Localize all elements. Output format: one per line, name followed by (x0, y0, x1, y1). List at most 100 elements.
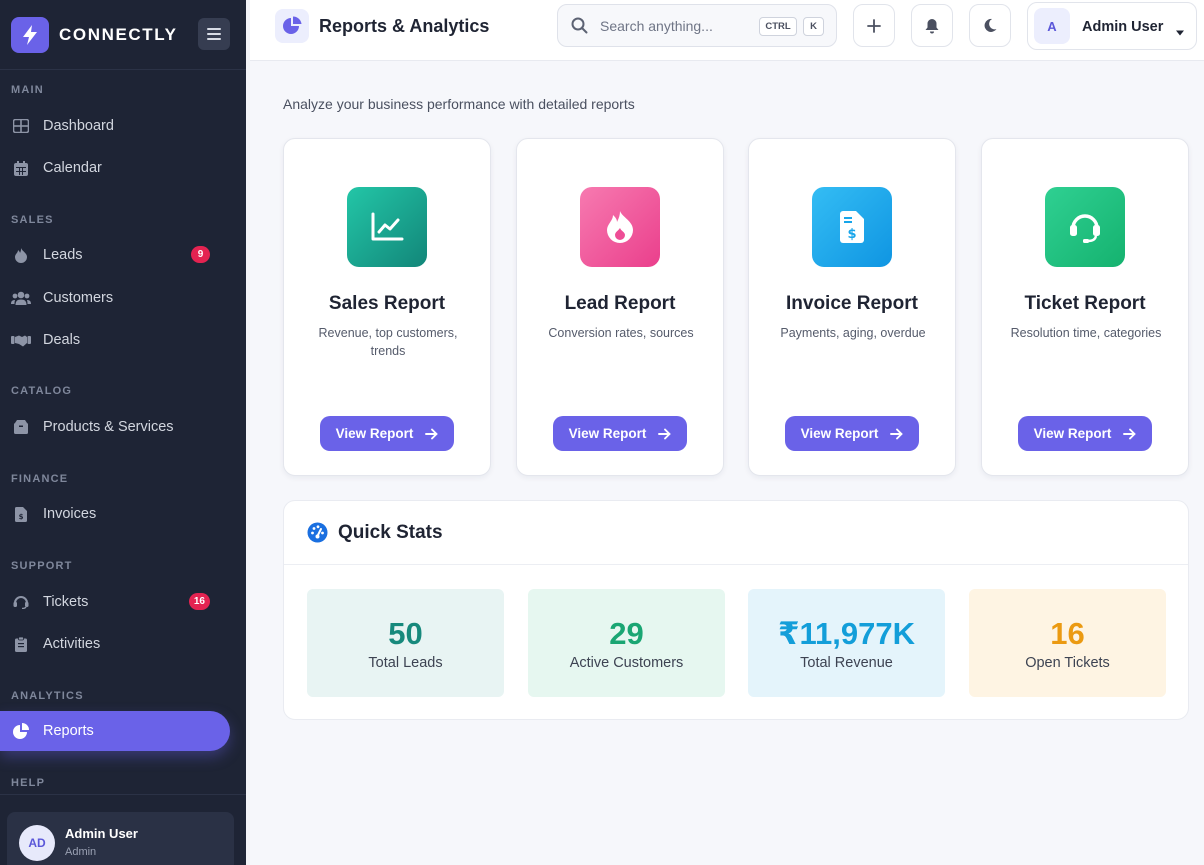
shortcut-k-key: K (803, 17, 824, 36)
sidebar-item-label: Leads (43, 247, 83, 263)
topbar: Reports & Analytics CTRL K A Admin User (250, 0, 1204, 61)
section-title: Quick Stats (338, 522, 443, 543)
user-name: Admin User (1082, 19, 1164, 35)
stat-value: 16 (1050, 616, 1085, 651)
view-lead-report-button[interactable]: View Report (553, 416, 687, 451)
stat-label: Total Leads (368, 655, 443, 671)
shortcut-ctrl-key: CTRL (759, 17, 797, 36)
handshake-icon (11, 330, 31, 350)
report-card-leads: Lead Report Conversion rates, sources Vi… (516, 138, 724, 476)
calendar-icon (11, 158, 31, 178)
pie-chart-icon (275, 9, 309, 43)
avatar: A (1034, 8, 1070, 44)
page-title: Reports & Analytics (319, 16, 490, 36)
section-analytics: ANALYTICS (11, 690, 84, 702)
stat-total-revenue: ₹11,977K Total Revenue (748, 589, 945, 697)
sidebar-item-dashboard[interactable]: Dashboard (0, 106, 230, 146)
user-menu-button[interactable]: A Admin User (1027, 2, 1197, 50)
view-invoice-report-button[interactable]: View Report (785, 416, 919, 451)
sidebar-item-calendar[interactable]: Calendar (0, 148, 230, 188)
sidebar-item-label: Products & Services (43, 419, 174, 435)
arrow-right-icon (1123, 428, 1136, 440)
sidebar-item-label: Invoices (43, 506, 97, 522)
sidebar-item-label: Dashboard (43, 118, 114, 134)
quick-stats-panel: Quick Stats 50 Total Leads 29 Active Cus… (283, 500, 1189, 720)
quick-stats-header: Quick Stats (284, 501, 1188, 565)
stat-value: 29 (609, 616, 644, 651)
stat-total-leads: 50 Total Leads (307, 589, 504, 697)
view-ticket-report-button[interactable]: View Report (1018, 416, 1152, 451)
stat-label: Total Revenue (800, 655, 893, 671)
stat-label: Active Customers (569, 655, 684, 671)
stat-open-tickets: 16 Open Tickets (969, 589, 1166, 697)
stat-label: Open Tickets (1025, 655, 1110, 671)
notifications-button[interactable] (911, 4, 953, 47)
plus-icon (867, 18, 881, 33)
search-icon (571, 17, 588, 39)
moon-icon (984, 18, 997, 32)
box-icon (11, 417, 31, 437)
invoice-dollar-icon: $ (812, 187, 892, 267)
report-card-tickets: Ticket Report Resolution time, categorie… (981, 138, 1189, 476)
user-name: Admin User (65, 826, 138, 841)
sidebar-scrollbar[interactable] (246, 0, 250, 865)
fire-icon (580, 187, 660, 267)
chart-line-icon (347, 187, 427, 267)
report-title: Lead Report (564, 293, 676, 314)
stat-value: 50 (388, 616, 423, 651)
sidebar-item-invoices[interactable]: $ Invoices (0, 494, 230, 534)
section-finance: FINANCE (11, 473, 69, 485)
sidebar-item-activities[interactable]: Activities (0, 624, 230, 664)
sidebar-item-label: Tickets (43, 594, 89, 610)
sidebar-item-reports[interactable]: Reports (0, 711, 230, 751)
pie-chart-icon (11, 721, 31, 741)
gauge-icon (307, 522, 328, 548)
fire-icon (11, 245, 31, 265)
svg-text:$: $ (847, 227, 856, 242)
arrow-right-icon (890, 428, 903, 440)
add-button[interactable] (853, 4, 895, 47)
menu-toggle-button[interactable] (198, 18, 230, 50)
button-label: View Report (568, 426, 647, 441)
section-sales: SALES (11, 214, 54, 226)
sidebar-item-leads[interactable]: Leads 9 (0, 235, 230, 275)
sidebar-item-label: Customers (43, 290, 114, 306)
sidebar-item-label: Activities (43, 636, 101, 652)
avatar: AD (19, 825, 55, 861)
section-support: SUPPORT (11, 560, 73, 572)
report-description: Payments, aging, overdue (780, 326, 926, 340)
leads-count-badge: 9 (191, 246, 210, 263)
button-label: View Report (335, 426, 414, 441)
headset-icon (1045, 187, 1125, 267)
brand-name: CONNECTLY (59, 24, 178, 44)
stat-active-customers: 29 Active Customers (528, 589, 725, 697)
sidebar-user-footer: AD Admin User Admin (0, 794, 246, 865)
sidebar-item-deals[interactable]: Deals (0, 320, 230, 360)
user-role: Admin (65, 846, 97, 858)
report-description: Resolution time, categories (1010, 326, 1162, 340)
sidebar-item-label: Calendar (43, 160, 102, 176)
page-subtitle: Analyze your business performance with d… (283, 96, 635, 112)
sidebar-user-card[interactable]: AD Admin User Admin (7, 812, 234, 865)
sidebar: CONNECTLY MAIN Dashboard Calendar SALES … (0, 0, 246, 865)
bolt-logo-icon (11, 16, 49, 53)
users-icon (11, 288, 31, 308)
search-input[interactable] (600, 15, 750, 37)
sidebar-item-label: Reports (43, 723, 94, 739)
section-help: HELP (11, 777, 46, 789)
sidebar-item-customers[interactable]: Customers (0, 278, 230, 318)
report-card-invoices: $ Invoice Report Payments, aging, overdu… (748, 138, 956, 476)
report-description: Conversion rates, sources (548, 326, 694, 340)
headset-icon (11, 592, 31, 612)
sidebar-item-tickets[interactable]: Tickets 16 (0, 582, 230, 622)
section-main: MAIN (11, 84, 44, 96)
view-sales-report-button[interactable]: View Report (320, 416, 454, 451)
caret-down-icon (1175, 23, 1185, 41)
report-card-sales: Sales Report Revenue, top customers, tre… (283, 138, 491, 476)
hamburger-icon (207, 28, 221, 40)
section-catalog: CATALOG (11, 385, 73, 397)
sidebar-item-products[interactable]: Products & Services (0, 407, 230, 447)
theme-toggle-button[interactable] (969, 4, 1011, 47)
bell-icon (925, 18, 939, 33)
report-title: Invoice Report (786, 293, 918, 314)
